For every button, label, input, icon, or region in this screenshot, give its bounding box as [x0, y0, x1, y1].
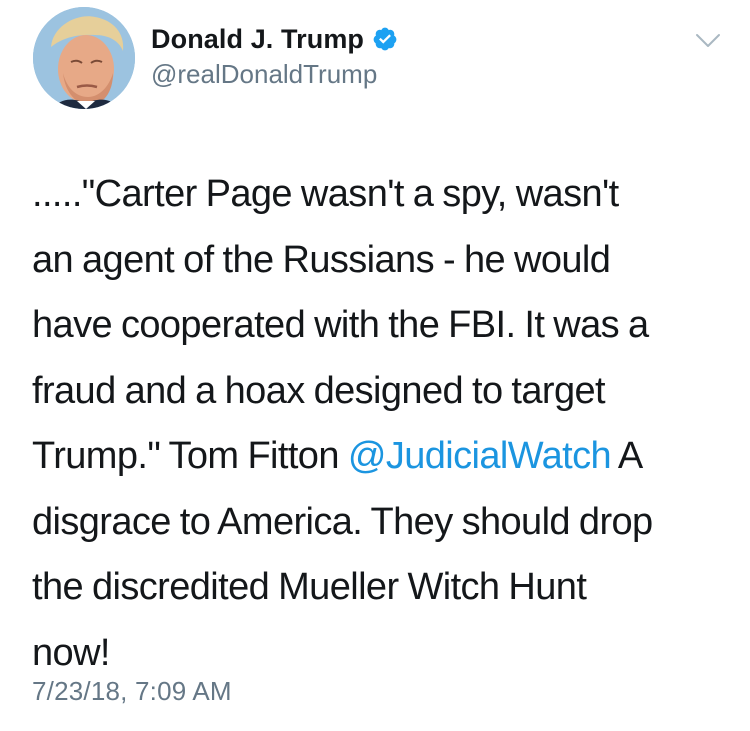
- author-name-row[interactable]: Donald J. Trump: [151, 22, 398, 56]
- tweet-text-segment: have cooperated with the FBI. It was a: [32, 304, 649, 346]
- chevron-down-icon: [696, 34, 720, 47]
- tweet-text: ....."Carter Page wasn't a spy, wasn't an…: [32, 162, 732, 686]
- tweet-timestamp[interactable]: 7/23/18, 7:09 AM: [32, 676, 232, 707]
- tweet-text-line: Trump." Tom Fitton @JudicialWatch A: [32, 424, 732, 490]
- avatar-image: [33, 7, 135, 109]
- tweet-text-segment: the discredited Mueller Witch Hunt: [32, 566, 587, 608]
- tweet-text-segment: fraud and a hoax designed to target: [32, 369, 606, 412]
- mention-link[interactable]: @JudicialWatch: [348, 435, 612, 477]
- avatar[interactable]: [33, 7, 135, 109]
- tweet-card: Donald J. Trump @realDonaldTrump ....."C…: [0, 0, 750, 731]
- tweet-text-segment: now!: [32, 631, 110, 674]
- tweet-text-line: have cooperated with the FBI. It was a: [32, 293, 732, 359]
- tweet-text-line: the discredited Mueller Witch Hunt: [32, 555, 732, 621]
- tweet-text-line: an agent of the Russians - he would: [32, 228, 732, 294]
- tweet-menu-button[interactable]: [693, 30, 723, 52]
- tweet-text-segment: Trump." Tom Fitton: [32, 435, 348, 477]
- author-display-name[interactable]: Donald J. Trump: [151, 24, 364, 55]
- tweet-text-segment: an agent of the Russians - he would: [32, 238, 611, 281]
- verified-badge-icon: [372, 26, 398, 52]
- author-handle[interactable]: @realDonaldTrump: [151, 59, 377, 90]
- tweet-text-segment: disgrace to America. They should drop: [32, 500, 653, 543]
- tweet-text-line: disgrace to America. They should drop: [32, 490, 732, 556]
- tweet-text-line: fraud and a hoax designed to target: [32, 359, 732, 425]
- tweet-text-line: ....."Carter Page wasn't a spy, wasn't: [32, 162, 732, 228]
- tweet-text-segment: A: [611, 435, 643, 477]
- tweet-text-segment: ....."Carter Page wasn't a spy, wasn't: [32, 173, 619, 215]
